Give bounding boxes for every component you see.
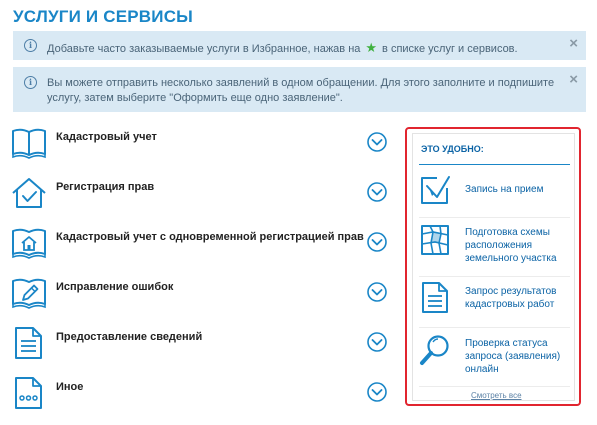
item-divider	[419, 217, 570, 218]
convenient-item-cadastral-results[interactable]: Запрос результатов кадастровых работ	[419, 281, 571, 328]
info-icon: i	[24, 39, 37, 52]
chevron-down-icon[interactable]	[367, 332, 387, 352]
see-all-link[interactable]: Смотреть все	[471, 391, 522, 400]
convenient-item-label: Запрос результатов кадастровых работ	[465, 286, 557, 310]
appointment-icon	[421, 176, 450, 204]
service-item-cadastral[interactable]: Кадастровый учет	[11, 126, 391, 166]
book-pencil-icon	[12, 278, 46, 309]
close-icon[interactable]: ×	[569, 35, 578, 52]
convenient-item-label: Проверка статуса запроса (заявления) онл…	[465, 338, 561, 375]
magnifier-icon	[420, 335, 449, 365]
convenient-item-label: Запись на прием	[465, 184, 544, 195]
favorites-notice-text: Добавьте часто заказываемые услуги в Изб…	[47, 40, 518, 55]
land-plot-icon	[421, 225, 449, 255]
multiple-applications-notice: i Вы можете отправить несколько заявлени…	[13, 67, 586, 112]
chevron-down-icon[interactable]	[367, 382, 387, 402]
service-item-other[interactable]: Иное	[11, 376, 391, 416]
chevron-down-icon[interactable]	[367, 232, 387, 252]
chevron-down-icon[interactable]	[367, 182, 387, 202]
service-label: Регистрация прав	[56, 181, 155, 193]
chevron-down-icon[interactable]	[367, 132, 387, 152]
document-icon	[15, 327, 42, 359]
favorites-notice: i Добавьте часто заказываемые услуги в И…	[13, 31, 586, 60]
multiple-applications-notice-text: Вы можете отправить несколько заявлений …	[47, 77, 555, 104]
document-lines-icon	[422, 282, 448, 313]
service-label: Кадастровый учет с одновременной регистр…	[56, 231, 364, 243]
item-divider	[419, 386, 570, 387]
info-icon: i	[24, 76, 37, 89]
page-title: УСЛУГИ И СЕРВИСЫ	[13, 7, 194, 26]
chevron-down-icon[interactable]	[367, 282, 387, 302]
item-divider	[419, 327, 570, 328]
service-label: Предоставление сведений	[56, 331, 203, 343]
service-label: Иное	[56, 381, 84, 393]
service-item-information[interactable]: Предоставление сведений	[11, 326, 391, 366]
convenient-item-land-scheme[interactable]: Подготовка схемы расположения земельного…	[419, 223, 571, 277]
close-icon[interactable]: ×	[569, 71, 578, 88]
heading-divider	[419, 164, 570, 165]
convenient-heading: ЭТО УДОБНО:	[421, 144, 484, 154]
convenient-item-label: Подготовка схемы расположения земельного…	[465, 227, 557, 264]
convenient-panel-inner: ЭТО УДОБНО: Запись на прием Подготовка с…	[412, 133, 575, 401]
book-house-icon	[12, 228, 46, 259]
convenient-panel: ЭТО УДОБНО: Запись на прием Подготовка с…	[405, 127, 581, 406]
convenient-item-status-check[interactable]: Проверка статуса запроса (заявления) онл…	[419, 334, 571, 387]
service-label: Кадастровый учет	[56, 131, 157, 143]
house-check-icon	[12, 178, 46, 208]
service-item-error-correction[interactable]: Исправление ошибок	[11, 276, 391, 316]
item-divider	[419, 276, 570, 277]
convenient-item-appointment[interactable]: Запись на прием	[419, 174, 571, 218]
book-icon	[12, 128, 46, 159]
document-dots-icon	[15, 377, 42, 409]
service-label: Исправление ошибок	[56, 281, 174, 293]
star-icon: ★	[365, 40, 378, 55]
service-item-registration[interactable]: Регистрация прав	[11, 176, 391, 216]
service-item-cadastral-registration[interactable]: Кадастровый учет с одновременной регистр…	[11, 226, 391, 266]
